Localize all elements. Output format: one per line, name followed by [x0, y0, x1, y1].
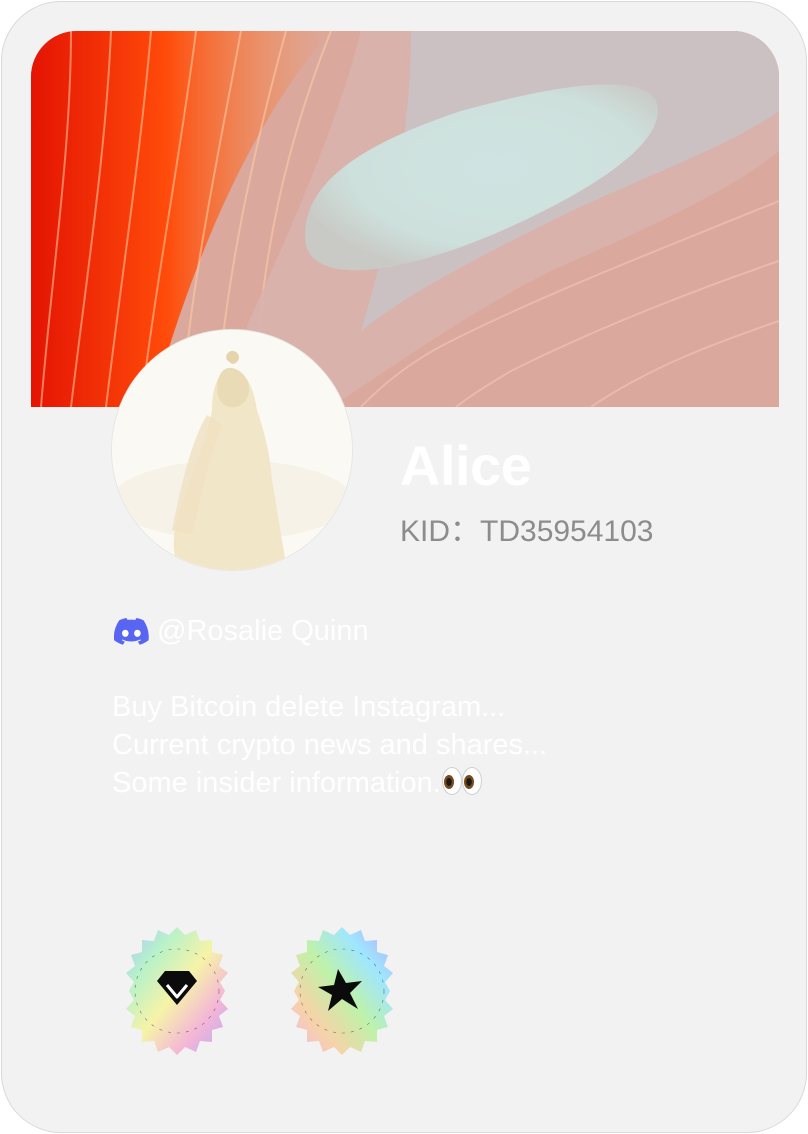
discord-icon: [113, 617, 149, 645]
discord-link[interactable]: @Rosalie Quinn: [113, 611, 369, 651]
bio-line-with-emoji: Some insider information.: [112, 764, 752, 802]
kid-row: KID：TD35954103: [400, 514, 653, 550]
profile-card: Alice KID：TD35954103 @Rosalie Quinn Buy …: [1, 1, 807, 1133]
badge-gem[interactable]: [111, 925, 243, 1057]
eyes-emoji-icon: [441, 766, 483, 796]
bio: Buy Bitcoin delete Instagram... Current …: [112, 688, 752, 802]
discord-handle: @Rosalie Quinn: [157, 614, 369, 647]
avatar[interactable]: [111, 329, 353, 571]
profile-name: Alice: [400, 434, 532, 497]
badge-star[interactable]: [276, 925, 408, 1057]
kid-label: KID：: [400, 515, 481, 548]
bio-line: Current crypto news and shares...: [112, 729, 548, 761]
avatar-photo: [112, 330, 352, 570]
bio-line-text: Some insider information.: [112, 767, 441, 799]
kid-value: TD35954103: [480, 515, 654, 548]
bio-line: Buy Bitcoin delete Instagram...: [112, 691, 506, 723]
